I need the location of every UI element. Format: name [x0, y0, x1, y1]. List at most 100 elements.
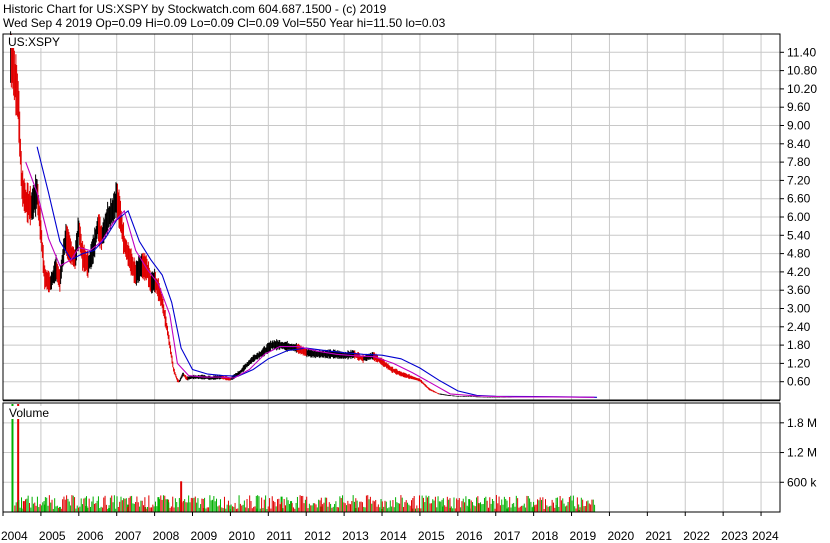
- volume-bar: [250, 501, 252, 512]
- volume-bar: [109, 497, 111, 512]
- volume-bar: [550, 505, 552, 512]
- volume-bar: [23, 507, 25, 512]
- volume-bar: [592, 499, 594, 512]
- volume-bar: [572, 495, 574, 512]
- volume-bar: [429, 503, 431, 512]
- volume-bar: [140, 500, 142, 512]
- volume-bar: [42, 502, 44, 512]
- volume-bar: [449, 498, 451, 512]
- volume-bar: [399, 503, 401, 512]
- volume-bar: [158, 499, 160, 512]
- volume-bar: [460, 507, 462, 512]
- volume-bar: [193, 497, 195, 512]
- volume-bar: [271, 496, 273, 512]
- volume-bar: [338, 507, 340, 512]
- volume-bar: [221, 507, 223, 512]
- volume-bar: [453, 497, 455, 512]
- volume-bar: [401, 497, 403, 512]
- volume-bar: [36, 496, 38, 512]
- volume-bar: [206, 507, 208, 512]
- volume-bar: [320, 497, 322, 512]
- price-tick-label: 0.60: [787, 375, 811, 389]
- volume-bar: [555, 497, 557, 512]
- volume-bar: [80, 498, 82, 512]
- volume-bar: [319, 500, 321, 512]
- price-tick-label: 4.80: [787, 247, 811, 261]
- volume-bar: [418, 495, 420, 512]
- volume-bar: [457, 500, 459, 512]
- volume-bar: [522, 505, 524, 512]
- volume-bar: [308, 503, 310, 512]
- volume-bar: [279, 504, 281, 512]
- volume-bar: [97, 496, 99, 512]
- volume-bar: [485, 496, 487, 512]
- volume-bar: [465, 496, 467, 512]
- volume-bar: [349, 504, 351, 512]
- volume-bar: [34, 502, 36, 512]
- volume-bar: [452, 508, 454, 512]
- year-tick-label: 2004: [1, 529, 28, 543]
- price-tick-label: 3.60: [787, 283, 811, 297]
- year-tick-label: 2015: [418, 529, 445, 543]
- volume-bar: [316, 507, 318, 512]
- volume-bar: [131, 495, 133, 512]
- volume-bar: [367, 495, 369, 512]
- volume-bar: [144, 497, 146, 512]
- volume-bar: [226, 504, 228, 512]
- volume-bar: [284, 505, 286, 512]
- year-tick-label: 2020: [607, 529, 634, 543]
- volume-bar: [387, 508, 389, 512]
- volume-bar: [162, 495, 164, 512]
- volume-bar: [132, 503, 134, 512]
- stock-chart: Historic Chart for US:XSPY by Stockwatch…: [0, 0, 830, 543]
- volume-bar: [251, 508, 253, 512]
- volume-bar: [188, 495, 190, 512]
- volume-bar: [371, 503, 373, 512]
- volume-bar: [229, 505, 231, 512]
- volume-bar: [137, 502, 139, 512]
- volume-bar: [433, 500, 435, 512]
- volume-bar: [547, 506, 549, 512]
- volume-bar: [334, 504, 336, 512]
- volume-bar: [377, 504, 379, 512]
- volume-bar: [502, 504, 504, 512]
- volume-bar: [481, 504, 483, 512]
- volume-bar: [346, 505, 348, 512]
- volume-bar: [391, 506, 393, 512]
- year-tick-label: 2016: [456, 529, 483, 543]
- volume-bar: [201, 498, 203, 512]
- volume-bar: [253, 506, 255, 512]
- volume-bar: [219, 499, 221, 512]
- volume-bar: [498, 496, 500, 512]
- volume-bar: [584, 506, 586, 512]
- year-tick-label: 2014: [380, 529, 407, 543]
- volume-bar: [278, 498, 280, 512]
- volume-bar: [239, 503, 241, 512]
- year-tick-label: 2007: [115, 529, 142, 543]
- volume-bar: [513, 502, 515, 512]
- volume-bar: [408, 504, 410, 512]
- volume-bar: [468, 506, 470, 512]
- volume-bar: [588, 503, 590, 512]
- volume-bar: [509, 497, 511, 512]
- volume-bar: [331, 507, 333, 512]
- volume-bar: [490, 503, 492, 512]
- volume-bar: [376, 506, 378, 512]
- volume-bar: [359, 501, 361, 512]
- volume-bar: [67, 498, 69, 512]
- volume-bar: [497, 503, 499, 512]
- volume-bar: [59, 506, 61, 512]
- price-tick-label: 1.20: [787, 356, 811, 370]
- volume-bar: [246, 498, 248, 512]
- volume-bar: [196, 502, 198, 512]
- volume-bar: [11, 404, 14, 512]
- volume-bar: [571, 500, 573, 512]
- volume-bar: [127, 507, 129, 512]
- volume-bar: [352, 495, 354, 512]
- volume-bar: [124, 498, 126, 512]
- quote-line: Wed Sep 4 2019 Op=0.09 Hi=0.09 Lo=0.09 C…: [3, 16, 446, 30]
- volume-bar: [461, 501, 463, 512]
- volume-bar: [515, 495, 517, 512]
- volume-bar: [307, 508, 309, 512]
- volume-bar: [578, 504, 580, 512]
